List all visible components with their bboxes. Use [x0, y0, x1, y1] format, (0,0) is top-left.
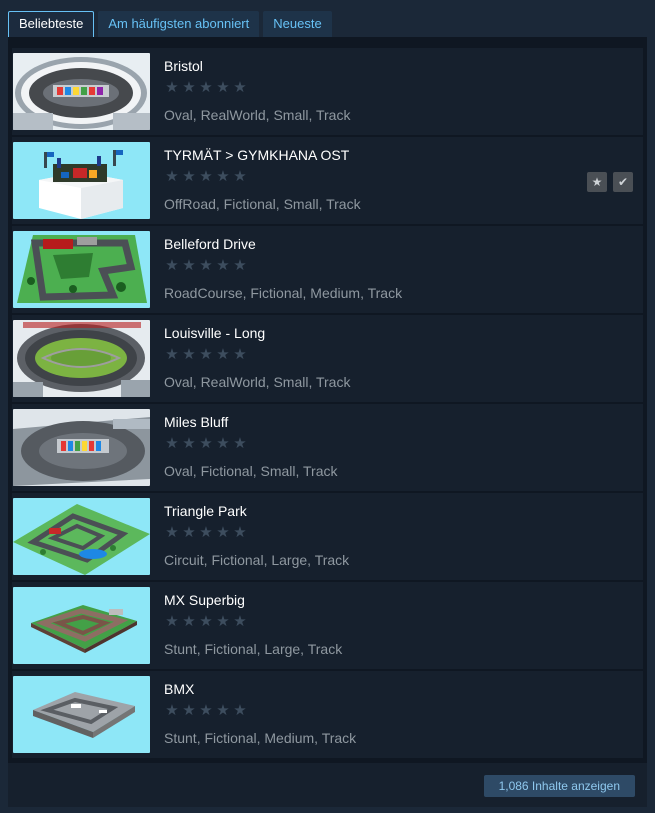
star-icon: ★ [165, 79, 179, 96]
star-icon: ★ [199, 257, 213, 274]
star-icon: ★ [216, 346, 230, 363]
item-tags: Oval, RealWorld, Small, Track [164, 107, 351, 123]
item-title[interactable]: MX Superbig [164, 591, 342, 611]
item-thumbnail[interactable] [13, 231, 150, 308]
star-icon: ★ [216, 524, 230, 541]
item-thumbnail[interactable] [13, 498, 150, 575]
item-thumbnail[interactable] [13, 676, 150, 753]
star-icon: ★ [233, 79, 247, 96]
tab-most-subscribed[interactable]: Am häufigsten abonniert [98, 11, 260, 37]
star-icon: ★ [216, 79, 230, 96]
star-icon: ★ [216, 435, 230, 452]
item-title[interactable]: BMX [164, 680, 356, 700]
item-thumbnail[interactable] [13, 320, 150, 397]
list-footer: 1,086 Inhalte anzeigen [8, 763, 647, 807]
item-thumbnail[interactable] [13, 142, 150, 219]
list-item[interactable]: TYRMÄT > GYMKHANA OST ★ ★ ★ ★ ★ OffRoad, Fic… [12, 137, 643, 224]
star-icon: ★ [182, 435, 196, 452]
rating-stars: ★ ★ ★ ★ ★ [164, 167, 361, 187]
star-icon: ★ [182, 702, 196, 719]
star-icon: ★ [199, 79, 213, 96]
item-title[interactable]: TYRMÄT > GYMKHANA OST [164, 146, 361, 166]
star-icon: ★ [233, 524, 247, 541]
star-icon: ★ [199, 524, 213, 541]
rating-stars: ★ ★ ★ ★ ★ [164, 434, 338, 454]
item-title[interactable]: Louisville - Long [164, 324, 350, 344]
item-thumbnail[interactable] [13, 409, 150, 486]
star-icon: ★ [216, 257, 230, 274]
star-icon: ★ [182, 346, 196, 363]
item-tags: Circuit, Fictional, Large, Track [164, 552, 350, 568]
star-icon: ★ [233, 435, 247, 452]
rating-stars: ★ ★ ★ ★ ★ [164, 701, 356, 721]
favorite-star-icon[interactable]: ★ [587, 172, 607, 192]
item-tags: RoadCourse, Fictional, Medium, Track [164, 285, 403, 301]
star-icon: ★ [182, 257, 196, 274]
star-icon: ★ [216, 613, 230, 630]
item-thumbnail[interactable] [13, 587, 150, 664]
item-title[interactable]: Bristol [164, 57, 350, 77]
list-item[interactable]: BMX ★ ★ ★ ★ ★ Stunt, Fictional, Medium, Trac… [12, 671, 643, 758]
rating-stars: ★ ★ ★ ★ ★ [164, 612, 342, 632]
list-item[interactable]: MX Superbig ★ ★ ★ ★ ★ Stunt, Fictional, Larg… [12, 582, 643, 669]
item-title[interactable]: Belleford Drive [164, 235, 402, 255]
star-icon: ★ [165, 168, 179, 185]
star-icon: ★ [233, 168, 247, 185]
rating-stars: ★ ★ ★ ★ ★ [164, 523, 349, 543]
rating-stars: ★ ★ ★ ★ ★ [164, 256, 402, 276]
star-icon: ★ [182, 613, 196, 630]
list-item[interactable]: Louisville - Long ★ ★ ★ ★ ★ Oval, RealWorld,… [12, 315, 643, 402]
star-icon: ★ [199, 702, 213, 719]
list-item[interactable]: Belleford Drive ★ ★ ★ ★ ★ RoadCourse, Fictio… [12, 226, 643, 313]
item-actions: ★ ✔ [587, 172, 633, 192]
star-icon: ★ [233, 346, 247, 363]
rating-stars: ★ ★ ★ ★ ★ [164, 78, 350, 98]
star-icon: ★ [199, 613, 213, 630]
workshop-list-panel: Bristol ★ ★ ★ ★ ★ Oval, RealWorld, Small, Tr… [8, 37, 647, 807]
star-icon: ★ [216, 702, 230, 719]
item-title[interactable]: Miles Bluff [164, 413, 338, 433]
star-icon: ★ [199, 346, 213, 363]
show-all-items-button[interactable]: 1,086 Inhalte anzeigen [483, 775, 635, 797]
star-icon: ★ [199, 435, 213, 452]
tab-most-popular[interactable]: Beliebteste [8, 11, 95, 37]
star-icon: ★ [199, 168, 213, 185]
star-icon: ★ [182, 79, 196, 96]
star-icon: ★ [233, 702, 247, 719]
item-tags: OffRoad, Fictional, Small, Track [164, 196, 361, 212]
list-item[interactable]: Bristol ★ ★ ★ ★ ★ Oval, RealWorld, Small, Tr… [12, 48, 643, 135]
star-icon: ★ [165, 702, 179, 719]
item-tags: Stunt, Fictional, Large, Track [164, 641, 343, 657]
star-icon: ★ [182, 524, 196, 541]
list-item[interactable]: Miles Bluff ★ ★ ★ ★ ★ Oval, Fictional, Small… [12, 404, 643, 491]
item-tags: Oval, RealWorld, Small, Track [164, 374, 351, 390]
star-icon: ★ [165, 346, 179, 363]
star-icon: ★ [165, 257, 179, 274]
rating-stars: ★ ★ ★ ★ ★ [164, 345, 350, 365]
star-icon: ★ [233, 257, 247, 274]
subscribed-check-icon[interactable]: ✔ [613, 172, 633, 192]
star-icon: ★ [165, 435, 179, 452]
star-icon: ★ [182, 168, 196, 185]
list-item[interactable]: Triangle Park ★ ★ ★ ★ ★ Circuit, Fictional, … [12, 493, 643, 580]
item-title[interactable]: Triangle Park [164, 502, 349, 522]
star-icon: ★ [216, 168, 230, 185]
star-icon: ★ [165, 613, 179, 630]
star-icon: ★ [165, 524, 179, 541]
item-thumbnail[interactable] [13, 53, 150, 130]
item-tags: Oval, Fictional, Small, Track [164, 463, 338, 479]
star-icon: ★ [233, 613, 247, 630]
tab-newest[interactable]: Neueste [263, 11, 332, 37]
tab-bar: Beliebteste Am häufigsten abonniert Neue… [8, 11, 332, 37]
item-tags: Stunt, Fictional, Medium, Track [164, 730, 357, 746]
